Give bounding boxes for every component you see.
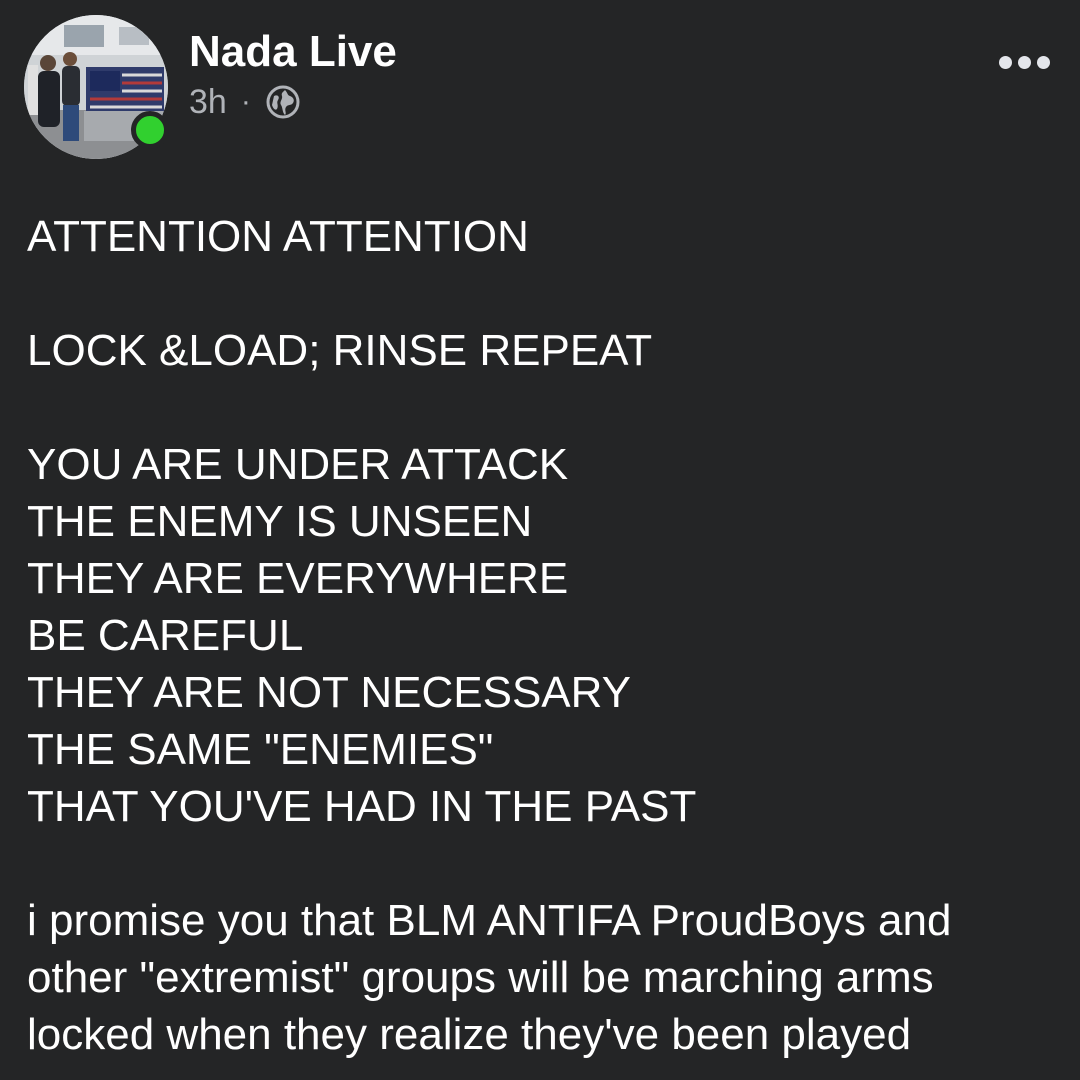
post-text-line: THE ENEMY IS UNSEEN [27, 497, 533, 546]
post-text-line: i promise you that BLM ANTIFA ProudBoys … [27, 896, 952, 945]
post-text-line: locked when they realize they've been pl… [27, 1010, 912, 1059]
post-text-line: THAT YOU'VE HAD IN THE PAST [27, 782, 697, 831]
more-options-icon-dot [998, 55, 1012, 69]
post-card: Nada Live 3h · ATTENTION ATTENTION LOCK … [0, 0, 1080, 1080]
author-name[interactable]: Nada Live [189, 26, 397, 78]
more-options-icon-dot [1036, 55, 1050, 69]
post-text-line: LOCK &LOAD; RINSE REPEAT [27, 326, 653, 375]
post-text-line: BE CAREFUL [27, 611, 304, 660]
post-text: ATTENTION ATTENTION LOCK &LOAD; RINSE RE… [27, 208, 1057, 1063]
online-status-indicator [131, 111, 169, 149]
post-header: Nada Live 3h · [0, 0, 1080, 170]
post-text-line: THEY ARE NOT NECESSARY [27, 668, 631, 717]
meta-separator: · [240, 85, 251, 118]
globe-icon[interactable] [265, 84, 301, 120]
post-text-line: other "extremist" groups will be marchin… [27, 953, 934, 1002]
post-text-line: THEY ARE EVERYWHERE [27, 554, 569, 603]
more-options-icon-dot [1017, 55, 1031, 69]
post-timestamp[interactable]: 3h [189, 83, 227, 122]
more-options-button[interactable] [990, 42, 1058, 82]
post-text-line: THE SAME "ENEMIES" [27, 725, 494, 774]
post-text-line: ATTENTION ATTENTION [27, 212, 529, 261]
post-meta: 3h · [189, 80, 301, 124]
author-avatar[interactable] [24, 15, 169, 159]
post-text-line: YOU ARE UNDER ATTACK [27, 440, 569, 489]
